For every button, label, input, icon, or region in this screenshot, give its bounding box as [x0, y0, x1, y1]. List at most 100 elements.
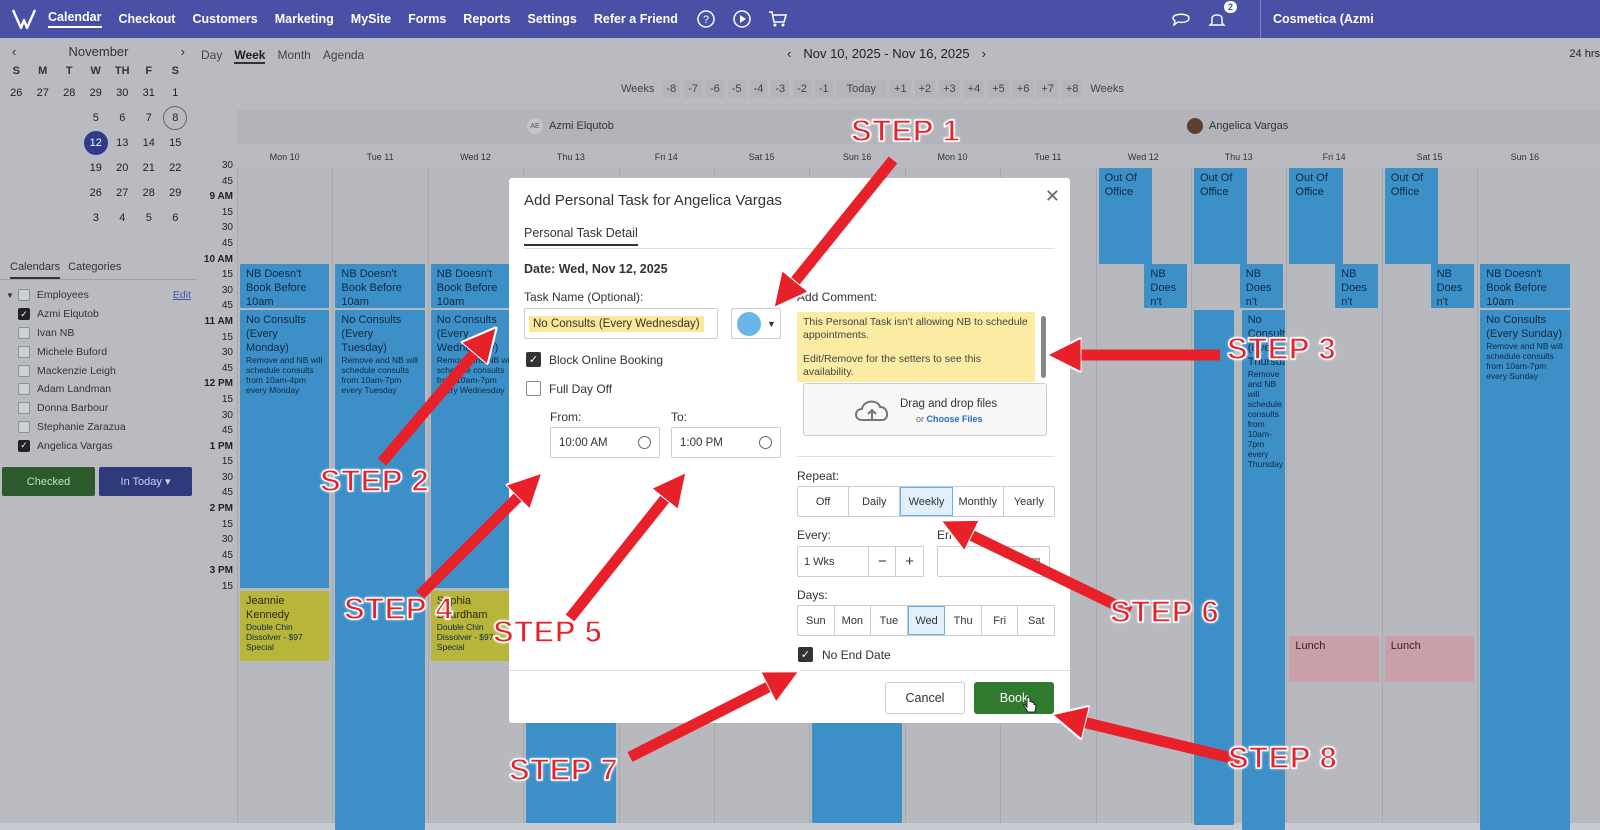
repeat-option-yearly[interactable]: Yearly [1004, 487, 1054, 516]
mini-calendar-day[interactable]: 7 [136, 110, 163, 127]
every-stepper[interactable]: 1 Wks − + [797, 546, 924, 577]
nav-calendar[interactable]: Calendar [48, 10, 102, 28]
every-value[interactable]: 1 Wks [798, 547, 870, 576]
app-logo[interactable] [0, 0, 48, 38]
day-option-tue[interactable]: Tue [871, 606, 908, 635]
hours-toggle[interactable]: 24 hrs [1569, 48, 1600, 60]
nav-forms[interactable]: Forms [408, 12, 446, 26]
nav-mysite[interactable]: MySite [351, 12, 391, 26]
mini-calendar-day[interactable] [56, 135, 83, 152]
week-jump-button[interactable]: +8 [1061, 80, 1083, 98]
mini-calendar-day[interactable] [30, 210, 57, 227]
comment-textarea[interactable]: This Personal Task isn't allowing NB to … [797, 312, 1035, 382]
cart-icon[interactable] [767, 8, 789, 30]
view-week[interactable]: Week [234, 48, 266, 64]
mini-calendar-day[interactable]: 22 [162, 160, 189, 177]
color-picker[interactable]: ▼ [731, 308, 781, 339]
employees-group-checkbox[interactable] [17, 289, 30, 302]
play-icon[interactable] [731, 8, 753, 30]
repeat-option-daily[interactable]: Daily [849, 487, 901, 516]
day-option-sat[interactable]: Sat [1018, 606, 1054, 635]
bell-icon[interactable]: 2 [1206, 1, 1237, 30]
employee-item[interactable]: Donna Barbour [6, 399, 191, 418]
mini-calendar-day[interactable]: 12 [83, 131, 108, 155]
employee-checkbox[interactable]: ✓ [18, 439, 30, 452]
mini-calendar-day[interactable] [30, 135, 57, 152]
mini-calendar-day[interactable]: 27 [109, 185, 136, 202]
minus-icon[interactable]: − [869, 547, 897, 576]
repeat-option-weekly[interactable]: Weekly [900, 487, 953, 516]
week-jump-button[interactable]: -4 [749, 80, 768, 98]
edit-link[interactable]: Edit [173, 289, 191, 301]
mini-calendar-day[interactable]: 20 [109, 160, 136, 177]
close-icon[interactable]: ✕ [1045, 186, 1060, 207]
mini-calendar-day[interactable]: 19 [83, 160, 110, 177]
mini-calendar-day[interactable]: 31 [136, 85, 163, 102]
mini-calendar-day[interactable]: 29 [83, 85, 110, 102]
chat-icon[interactable] [1170, 8, 1192, 30]
view-day[interactable]: Day [201, 48, 222, 64]
tab-personal-task-detail[interactable]: Personal Task Detail [524, 226, 638, 246]
cancel-button[interactable]: Cancel [885, 682, 965, 714]
mini-calendar-day[interactable]: 15 [162, 135, 189, 152]
mini-calendar-day[interactable] [56, 185, 83, 202]
employee-checkbox[interactable] [18, 326, 30, 339]
mini-calendar-day[interactable] [56, 210, 83, 227]
mini-calendar-day[interactable] [30, 110, 57, 127]
week-jump-button[interactable]: +4 [963, 80, 985, 98]
help-icon[interactable]: ? [695, 8, 717, 30]
mini-calendar-day[interactable]: 21 [136, 160, 163, 177]
employee-item[interactable]: Michele Buford [6, 342, 191, 361]
nav-marketing[interactable]: Marketing [275, 12, 334, 26]
choose-files-link[interactable]: Choose Files [927, 414, 983, 424]
mini-calendar-day[interactable]: 4 [109, 210, 136, 227]
view-agenda[interactable]: Agenda [323, 48, 364, 64]
nav-customers[interactable]: Customers [192, 12, 257, 26]
tab-categories[interactable]: Categories [68, 261, 121, 279]
mini-calendar-day[interactable]: 5 [83, 110, 110, 127]
day-option-wed[interactable]: Wed [907, 606, 946, 635]
week-jump-button[interactable]: -5 [727, 80, 746, 98]
mini-calendar-day[interactable]: 14 [136, 135, 163, 152]
tab-calendars[interactable]: Calendars [10, 261, 61, 279]
employee-item[interactable]: ✓ Angelica Vargas [6, 436, 191, 455]
day-option-thu[interactable]: Thu [945, 606, 982, 635]
week-jump-button[interactable]: +6 [1012, 80, 1034, 98]
employee-item[interactable]: Mackenzie Leigh [6, 361, 191, 380]
business-name[interactable]: Cosmetica (Azmi [1260, 0, 1600, 38]
employee-item[interactable]: Ivan NB [6, 324, 191, 343]
mini-calendar-day[interactable] [56, 110, 83, 127]
view-month[interactable]: Month [277, 48, 310, 64]
nav-settings[interactable]: Settings [528, 12, 577, 26]
mini-calendar-day[interactable] [3, 110, 30, 127]
plus-icon[interactable]: + [896, 547, 923, 576]
mini-calendar-day[interactable]: 3 [83, 210, 110, 227]
mini-calendar-day[interactable] [3, 185, 30, 202]
repeat-option-monthly[interactable]: Monthly [953, 487, 1004, 516]
to-time-input[interactable]: 1:00 PM [671, 427, 781, 458]
employee-checkbox[interactable] [18, 383, 30, 396]
comment-scrollbar[interactable] [1041, 316, 1046, 378]
from-time-input[interactable]: 10:00 AM [550, 427, 660, 458]
no-end-date-checkbox[interactable]: ✓ [798, 647, 813, 662]
week-jump-button[interactable]: -3 [771, 80, 790, 98]
employee-checkbox[interactable] [18, 420, 30, 433]
nav-checkout[interactable]: Checkout [119, 12, 176, 26]
mini-calendar-day[interactable]: 26 [3, 85, 30, 102]
employee-item[interactable]: Adam Landman [6, 380, 191, 399]
week-jump-button[interactable]: +2 [914, 80, 936, 98]
employee-checkbox[interactable] [18, 364, 30, 377]
week-jump-button[interactable]: -7 [684, 80, 702, 98]
full-day-off-checkbox[interactable] [526, 381, 541, 396]
mini-calendar-day[interactable]: 30 [109, 85, 136, 102]
mini-calendar-day[interactable]: 27 [30, 85, 57, 102]
week-jump-button[interactable]: +1 [890, 80, 911, 98]
next-week-icon[interactable]: › [982, 46, 986, 61]
end-date-input[interactable]: ▦ [937, 546, 1050, 577]
employee-checkbox[interactable] [18, 402, 30, 415]
mini-calendar-day[interactable]: 13 [109, 135, 136, 152]
nav-refer-a-friend[interactable]: Refer a Friend [594, 12, 678, 26]
prev-month-icon[interactable]: ‹ [12, 44, 16, 59]
week-jump-button[interactable]: +7 [1037, 80, 1058, 98]
mini-calendar-day[interactable] [30, 185, 57, 202]
